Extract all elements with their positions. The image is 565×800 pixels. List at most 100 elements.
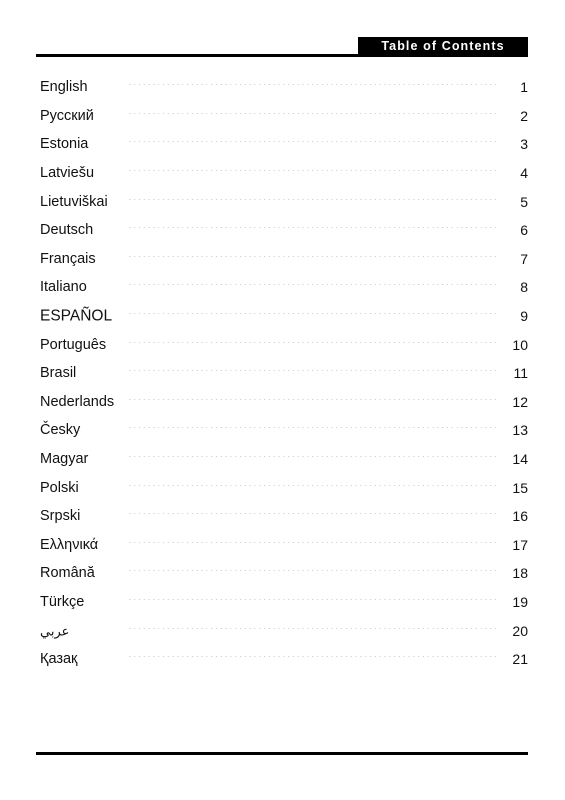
- footer-rule: [36, 752, 528, 755]
- toc-entry-page-number: 11: [513, 365, 528, 382]
- toc-entry-page-number: 13: [512, 422, 528, 439]
- toc-dot-leader: ········································…: [128, 342, 500, 348]
- toc-dot-leader: ········································…: [128, 199, 500, 205]
- toc-entry-label: Nederlands: [40, 393, 115, 410]
- toc-dot-leader: ········································…: [128, 313, 500, 319]
- toc-entry-page-number: 14: [512, 451, 528, 468]
- toc-dot-leader-dots: ········································…: [128, 370, 500, 373]
- toc-dot-leader: ········································…: [128, 141, 500, 147]
- toc-row[interactable]: Қазақ ···································…: [0, 645, 565, 674]
- toc-entry-label: Türkçe: [40, 593, 85, 610]
- table-of-contents-list: English ·································…: [0, 73, 565, 673]
- toc-dot-leader-dots: ········································…: [128, 485, 500, 488]
- toc-entry-label: عربي: [40, 623, 70, 639]
- toc-dot-leader-dots: ········································…: [128, 656, 500, 659]
- toc-entry-page-number: 10: [512, 336, 528, 353]
- toc-row[interactable]: Nederlands ······························…: [0, 388, 565, 417]
- toc-dot-leader-dots: ········································…: [128, 141, 500, 144]
- toc-dot-leader-dots: ········································…: [128, 628, 500, 631]
- toc-dot-leader: ········································…: [128, 513, 500, 519]
- toc-row[interactable]: Lietuviškai ·····························…: [0, 187, 565, 216]
- toc-row[interactable]: Srpski ··································…: [0, 502, 565, 531]
- toc-entry-label: Polski: [40, 479, 79, 496]
- toc-entry-label: Latviešu: [40, 164, 95, 181]
- toc-dot-leader-dots: ········································…: [128, 170, 500, 173]
- toc-row[interactable]: Estonia ·································…: [0, 130, 565, 159]
- toc-row[interactable]: Česky ···································…: [0, 416, 565, 445]
- toc-row[interactable]: Français ································…: [0, 245, 565, 274]
- toc-dot-leader-dots: ········································…: [128, 284, 500, 287]
- toc-entry-page-number: 18: [512, 565, 528, 582]
- toc-entry-page-number: 5: [520, 193, 528, 210]
- toc-dot-leader-dots: ········································…: [128, 456, 500, 459]
- toc-row[interactable]: Türkçe ··································…: [0, 588, 565, 617]
- toc-row[interactable]: Ελληνικά ································…: [0, 531, 565, 560]
- toc-dot-leader-dots: ········································…: [128, 227, 500, 230]
- toc-dot-leader-dots: ········································…: [128, 342, 500, 345]
- toc-entry-page-number: 12: [512, 393, 528, 410]
- toc-dot-leader-dots: ········································…: [128, 84, 500, 87]
- toc-dot-leader-dots: ········································…: [128, 313, 500, 316]
- toc-entry-page-number: 2: [520, 107, 528, 124]
- toc-entry-page-number: 21: [512, 651, 528, 668]
- toc-dot-leader: ········································…: [128, 256, 500, 262]
- header-rule: [36, 54, 528, 57]
- toc-dot-leader: ········································…: [128, 570, 500, 576]
- toc-dot-leader-dots: ········································…: [128, 399, 500, 402]
- toc-entry-page-number: 20: [512, 622, 528, 639]
- toc-dot-leader: ········································…: [128, 227, 500, 233]
- toc-dot-leader-dots: ········································…: [128, 256, 500, 259]
- toc-entry-page-number: 9: [520, 308, 528, 325]
- toc-entry-label: Lietuviškai: [40, 193, 108, 210]
- toc-dot-leader-dots: ········································…: [128, 513, 500, 516]
- toc-entry-page-number: 16: [512, 508, 528, 525]
- toc-dot-leader: ········································…: [128, 113, 500, 119]
- toc-dot-leader-dots: ········································…: [128, 427, 500, 430]
- toc-dot-leader: ········································…: [128, 399, 500, 405]
- toc-row[interactable]: Latviešu ································…: [0, 159, 565, 188]
- toc-row[interactable]: Русский ·································…: [0, 102, 565, 131]
- toc-entry-label: Estonia: [40, 136, 89, 153]
- toc-dot-leader-dots: ········································…: [128, 113, 500, 116]
- toc-dot-leader: ········································…: [128, 542, 500, 548]
- toc-entry-page-number: 6: [520, 222, 528, 239]
- toc-entry-label: Қазақ: [40, 650, 78, 667]
- toc-entry-page-number: 1: [520, 79, 528, 96]
- toc-entry-label: Ελληνικά: [40, 536, 99, 553]
- toc-entry-label: Română: [40, 565, 95, 582]
- toc-dot-leader: ········································…: [128, 599, 500, 605]
- toc-dot-leader: ········································…: [128, 370, 500, 376]
- toc-dot-leader-dots: ········································…: [128, 570, 500, 573]
- toc-row[interactable]: Magyar ··································…: [0, 445, 565, 474]
- table-of-contents-title-bar: Table of Contents: [358, 37, 528, 55]
- toc-entry-page-number: 3: [520, 136, 528, 153]
- toc-dot-leader: ········································…: [128, 485, 500, 491]
- toc-entry-label: Česky: [40, 422, 81, 439]
- toc-row[interactable]: Brasil ··································…: [0, 359, 565, 388]
- toc-row[interactable]: ESPAÑOL ·································…: [0, 302, 565, 331]
- toc-dot-leader-dots: ········································…: [128, 599, 500, 602]
- toc-row[interactable]: English ·································…: [0, 73, 565, 102]
- toc-dot-leader: ········································…: [128, 170, 500, 176]
- toc-entry-label: Русский: [40, 107, 94, 124]
- toc-row[interactable]: Deutsch ·································…: [0, 216, 565, 245]
- toc-entry-page-number: 4: [520, 165, 528, 182]
- toc-row[interactable]: Polski ··································…: [0, 473, 565, 502]
- toc-entry-page-number: 7: [520, 250, 528, 267]
- toc-dot-leader-dots: ········································…: [128, 199, 500, 202]
- toc-row[interactable]: عربي ····································…: [0, 616, 565, 645]
- toc-row[interactable]: Português ·······························…: [0, 330, 565, 359]
- toc-entry-label: Srpski: [40, 507, 81, 524]
- toc-entry-page-number: 19: [512, 593, 528, 610]
- toc-entry-page-number: 8: [520, 279, 528, 296]
- toc-dot-leader: ········································…: [128, 427, 500, 433]
- toc-dot-leader: ········································…: [128, 656, 500, 662]
- page-title: Table of Contents: [381, 38, 505, 53]
- toc-dot-leader: ········································…: [128, 84, 500, 90]
- toc-page: Table of Contents English ···············…: [0, 0, 565, 800]
- toc-dot-leader: ········································…: [128, 456, 500, 462]
- toc-entry-label: English: [40, 79, 88, 96]
- toc-row[interactable]: Italiano ································…: [0, 273, 565, 302]
- toc-dot-leader-dots: ········································…: [128, 542, 500, 545]
- toc-row[interactable]: Română ··································…: [0, 559, 565, 588]
